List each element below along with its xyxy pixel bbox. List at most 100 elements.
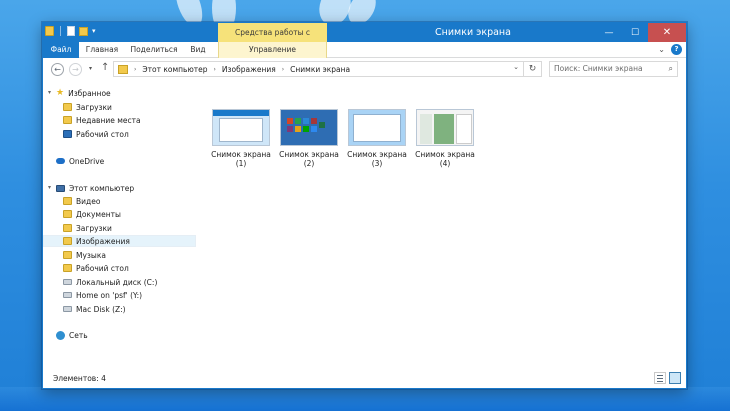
nav-item-desktop-pc[interactable]: Рабочий стол (43, 262, 196, 274)
breadcrumb-computer[interactable]: Этот компьютер (142, 65, 207, 74)
view-switcher (654, 372, 681, 384)
file-item[interactable]: Снимок экрана (4) (414, 109, 476, 168)
search-input[interactable]: Поиск: Снимки экрана ⌕ (549, 61, 678, 77)
recent-locations-icon[interactable]: ▾ (89, 65, 92, 72)
tab-view[interactable]: Вид (187, 42, 209, 58)
nav-favorites[interactable]: ★ Избранное (43, 87, 196, 99)
nav-label: Документы (76, 209, 121, 219)
file-name-line: Снимок экрана (415, 150, 475, 159)
pictures-folder-icon (63, 237, 72, 245)
new-folder-icon[interactable] (79, 26, 88, 36)
nav-label: Избранное (68, 88, 111, 98)
network-icon (56, 330, 65, 340)
nav-label: OneDrive (69, 156, 105, 166)
nav-label: Загрузки (76, 102, 112, 112)
nav-label: Home on 'psf' (Y:) (76, 290, 143, 300)
file-name-index: (3) (371, 159, 383, 168)
nav-label: Загрузки (76, 223, 112, 233)
large-icons-view-icon[interactable] (669, 372, 681, 384)
file-item[interactable]: Снимок экрана (3) (346, 109, 408, 168)
title-bar: ▾ Средства работы с рисунками Снимки экр… (43, 23, 686, 56)
nav-item-drive-z[interactable]: Mac Disk (Z:) (43, 303, 196, 315)
nav-label: Видео (76, 196, 101, 206)
properties-icon[interactable] (67, 26, 75, 36)
expand-ribbon-icon[interactable]: ⌄ (658, 45, 665, 54)
nav-item-music[interactable]: Музыка (43, 249, 196, 261)
nav-item-drive-y[interactable]: Home on 'psf' (Y:) (43, 289, 196, 301)
music-folder-icon (63, 251, 72, 259)
back-button[interactable]: ← (51, 63, 64, 76)
cloud-icon (56, 158, 65, 164)
tab-share[interactable]: Поделиться (129, 42, 179, 58)
file-name: Снимок экрана (2) (278, 150, 340, 168)
chevron-right-icon[interactable]: › (134, 66, 136, 73)
chevron-right-icon[interactable]: › (214, 66, 216, 73)
nav-item-desktop[interactable]: Рабочий стол (43, 128, 196, 140)
nav-label: Локальный диск (C:) (76, 277, 158, 287)
file-name: Снимок экрана (3) (346, 150, 408, 168)
nav-item-videos[interactable]: Видео (43, 195, 196, 207)
file-name-line: Снимок экрана (211, 150, 271, 159)
forward-button[interactable]: → (69, 63, 82, 76)
nav-item-drive-c[interactable]: Локальный диск (C:) (43, 276, 196, 288)
search-icon: ⌕ (668, 64, 673, 73)
file-name-line: Снимок экрана (347, 150, 407, 159)
tab-file[interactable]: Файл (43, 42, 79, 58)
breadcrumb-pictures[interactable]: Изображения (222, 65, 276, 74)
folder-icon[interactable] (45, 26, 54, 36)
tab-manage[interactable]: Управление (218, 42, 327, 58)
nav-label: Музыка (76, 250, 106, 260)
desktop-bottom (0, 387, 730, 411)
explorer-window: ▾ Средства работы с рисунками Снимки экр… (42, 22, 687, 389)
file-name-index: (1) (235, 159, 247, 168)
file-name: Снимок экрана (4) (414, 150, 476, 168)
file-name-index: (4) (439, 159, 451, 168)
nav-onedrive[interactable]: OneDrive (43, 155, 196, 167)
nav-label: Изображения (76, 236, 130, 246)
window-controls: — ☐ ✕ (596, 23, 686, 42)
address-row: ← → ▾ ↑ › Этот компьютер › Изображения ›… (43, 58, 686, 82)
nav-network[interactable]: Сеть (43, 329, 196, 341)
nav-item-documents[interactable]: Документы (43, 208, 196, 220)
tab-home[interactable]: Главная (83, 42, 121, 58)
file-item[interactable]: Снимок экрана (2) (278, 109, 340, 168)
drive-icon (63, 279, 72, 285)
item-count: Элементов: 4 (53, 374, 106, 383)
status-bar: Элементов: 4 (43, 368, 686, 388)
refresh-button[interactable]: ↻ (524, 61, 542, 77)
nav-this-pc[interactable]: Этот компьютер (43, 182, 196, 194)
recent-places-icon (63, 116, 72, 124)
file-item[interactable]: Снимок экрана (1) (210, 109, 272, 168)
desktop-folder-icon (63, 264, 72, 272)
breadcrumb-screenshots[interactable]: Снимки экрана (290, 65, 350, 74)
nav-label: Недавние места (76, 115, 141, 125)
nav-item-recent[interactable]: Недавние места (43, 114, 196, 126)
divider (60, 26, 61, 36)
nav-label: Этот компьютер (69, 183, 135, 193)
nav-item-pictures[interactable]: Изображения (43, 235, 196, 247)
nav-label: Рабочий стол (76, 263, 129, 273)
chevron-right-icon[interactable]: › (282, 66, 284, 73)
desktop-icon (63, 130, 72, 138)
address-bar[interactable]: › Этот компьютер › Изображения › Снимки … (113, 61, 524, 77)
search-placeholder: Поиск: Снимки экрана (554, 64, 643, 73)
thumbnail (416, 109, 474, 146)
nav-item-downloads[interactable]: Загрузки (43, 101, 196, 113)
nav-label: Mac Disk (Z:) (76, 304, 126, 314)
details-view-icon[interactable] (654, 372, 666, 384)
window-title: Снимки экрана (435, 27, 511, 38)
nav-item-downloads-pc[interactable]: Загрузки (43, 222, 196, 234)
video-folder-icon (63, 197, 72, 205)
ribbon-tabs: Файл Главная Поделиться Вид Управление ⌄… (43, 42, 686, 58)
folder-icon (63, 103, 72, 111)
maximize-button[interactable]: ☐ (622, 23, 648, 42)
computer-icon (56, 184, 65, 192)
file-name: Снимок экрана (1) (210, 150, 272, 168)
up-button[interactable]: ↑ (101, 62, 109, 73)
chevron-down-icon[interactable]: ▾ (92, 27, 96, 35)
close-button[interactable]: ✕ (648, 23, 686, 42)
minimize-button[interactable]: — (596, 23, 622, 42)
chevron-down-icon[interactable]: ⌄ (513, 63, 519, 71)
help-icon[interactable]: ? (671, 44, 682, 55)
thumbnail (348, 109, 406, 146)
